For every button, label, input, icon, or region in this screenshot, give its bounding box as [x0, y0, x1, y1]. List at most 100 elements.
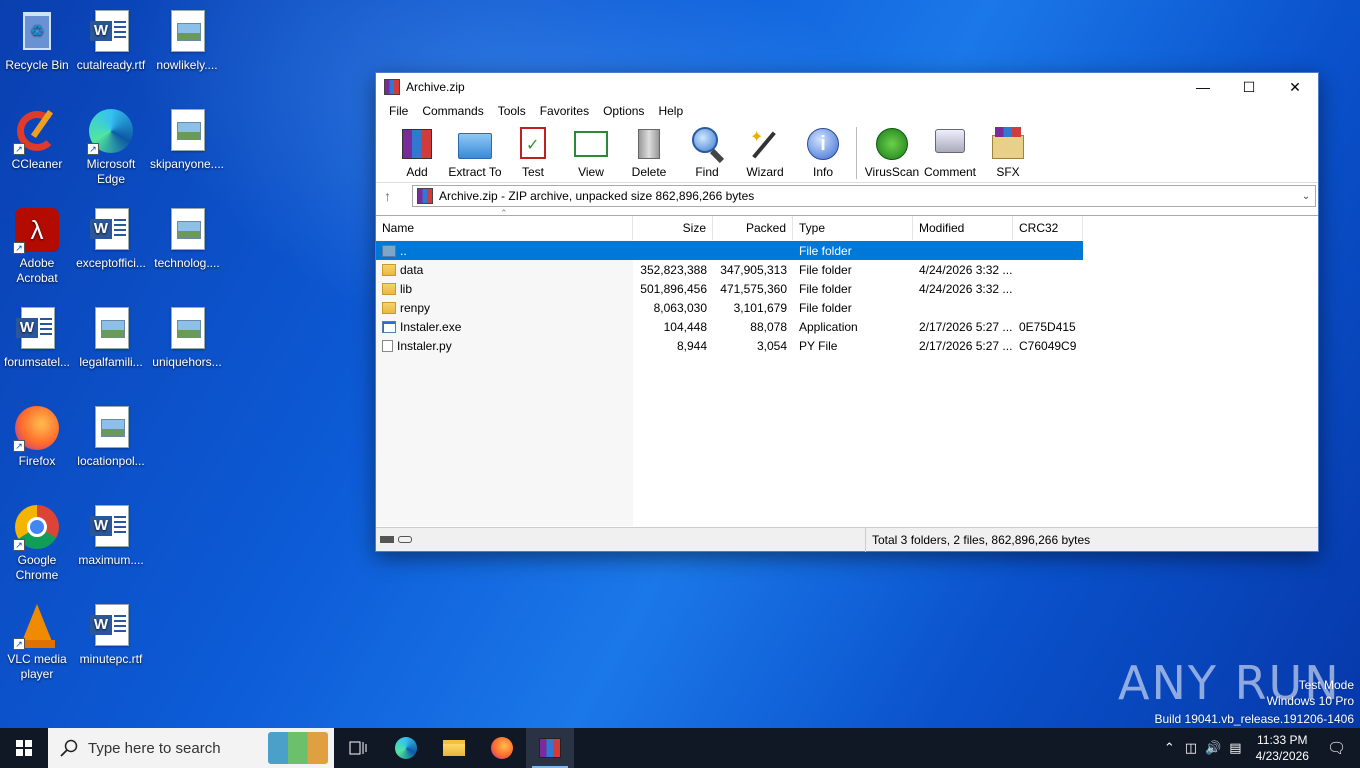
close-button[interactable]: ✕	[1272, 73, 1318, 101]
task-view-button[interactable]	[334, 728, 382, 768]
toolbar-comment-button[interactable]: Comment	[921, 125, 979, 179]
network-icon[interactable]: ▤	[1225, 740, 1245, 756]
volume-icon[interactable]: 🔊	[1201, 740, 1225, 756]
notification-icon[interactable]: 🗨	[1319, 739, 1360, 757]
column-header-crc32[interactable]: CRC32	[1013, 216, 1083, 240]
window-title: Archive.zip	[406, 80, 465, 94]
taskbar-winrar[interactable]	[526, 728, 574, 768]
address-bar[interactable]: Archive.zip - ZIP archive, unpacked size…	[412, 185, 1316, 207]
toolbar-wizard-button[interactable]: ✦ Wizard	[736, 125, 794, 179]
sfx-icon	[989, 125, 1027, 163]
column-header-name[interactable]: Name	[376, 216, 633, 240]
menu-file[interactable]: File	[382, 104, 415, 118]
cell-modified: 4/24/2026 3:32 ...	[919, 281, 1013, 296]
shortcut-arrow-icon: ↗	[13, 440, 25, 452]
drive-icon[interactable]	[380, 536, 394, 543]
cell-packed: 471,575,360	[720, 281, 787, 296]
toolbar-label: Extract To	[448, 165, 502, 179]
table-row[interactable]: .. File folder	[376, 241, 1083, 260]
table-row[interactable]: renpy 8,063,030 3,101,679 File folder	[376, 298, 1083, 317]
desktop-icon[interactable]: nowlikely....	[149, 8, 225, 73]
chevron-down-icon[interactable]: ⌄	[1297, 191, 1315, 202]
desktop-icon[interactable]: ↗ CCleaner	[0, 107, 75, 172]
taskbar-edge[interactable]	[382, 728, 430, 768]
desktop-icon[interactable]: maximum....	[73, 503, 149, 568]
desktop-icon[interactable]: ↗ Firefox	[0, 404, 75, 469]
meet-now-icon[interactable]: ◫	[1181, 740, 1201, 756]
toolbar-view-button[interactable]: View	[562, 125, 620, 179]
winrar-app-icon	[384, 79, 400, 95]
toolbar-extract-to-button[interactable]: Extract To	[446, 125, 504, 179]
desktop-icon[interactable]: legalfamili...	[73, 305, 149, 370]
taskbar-firefox[interactable]	[478, 728, 526, 768]
column-header-size[interactable]: Size	[633, 216, 713, 240]
column-header-packed[interactable]: Packed	[713, 216, 793, 240]
file-name: Instaler.py	[397, 338, 452, 353]
table-row[interactable]: Instaler.exe 104,448 88,078 Application 2/17…	[376, 317, 1083, 336]
toolbar-sfx-button[interactable]: SFX	[979, 125, 1037, 179]
menu-favorites[interactable]: Favorites	[533, 104, 596, 118]
minimize-button[interactable]: —	[1180, 73, 1226, 101]
menu-bar: File Commands Tools Favorites Options Help	[376, 101, 1318, 121]
cell-type: File folder	[799, 300, 852, 315]
menu-tools[interactable]: Tools	[491, 104, 533, 118]
file-icon	[382, 339, 393, 352]
toolbar-delete-button[interactable]: Delete	[620, 125, 678, 179]
table-row[interactable]: lib 501,896,456 471,575,360 File folder 4/24…	[376, 279, 1083, 298]
toolbar-add-button[interactable]: Add	[388, 125, 446, 179]
cell-size: 8,063,030	[653, 300, 707, 315]
ccleaner-icon: ↗	[13, 107, 61, 155]
desktop-icon[interactable]: forumsatel...	[0, 305, 75, 370]
title-bar[interactable]: Archive.zip — ☐ ✕	[376, 73, 1318, 101]
desktop-icon[interactable]: minutepc.rtf	[73, 602, 149, 667]
desktop-icon[interactable]: λ ↗ Adobe Acrobat	[0, 206, 75, 286]
toolbar: Add Extract To ✓ Test View Delete Find ✦ Wizard i…	[376, 121, 1318, 183]
desktop-icon[interactable]: exceptoffici...	[73, 206, 149, 271]
taskbar-file-explorer[interactable]	[430, 728, 478, 768]
search-placeholder: Type here to search	[88, 739, 221, 757]
up-arrow-icon[interactable]: ↑	[384, 188, 412, 204]
winrar-window: Archive.zip — ☐ ✕ File Commands Tools Favor…	[375, 72, 1319, 552]
key-icon[interactable]	[398, 536, 412, 543]
toolbar-info-button[interactable]: i Info	[794, 125, 852, 179]
folder-icon	[382, 263, 396, 276]
menu-commands[interactable]: Commands	[415, 104, 490, 118]
toolbar-find-button[interactable]: Find	[678, 125, 736, 179]
column-headers: Name Size Packed Type Modified CRC32 ⌃	[376, 208, 1083, 240]
column-header-modified[interactable]: Modified	[913, 216, 1013, 240]
recycle-bin-icon: ♻	[13, 8, 61, 56]
taskbar-search[interactable]: Type here to search	[48, 728, 334, 768]
desktop-icon[interactable]: technolog....	[149, 206, 225, 271]
column-header-type[interactable]: Type	[793, 216, 913, 240]
cell-size: 501,896,456	[640, 281, 707, 296]
toolbar-test-button[interactable]: ✓ Test	[504, 125, 562, 179]
cell-size: 8,944	[676, 338, 707, 353]
toolbar-label: View	[578, 165, 604, 179]
file-list[interactable]: Name Size Packed Type Modified CRC32 ⌃ .. File …	[376, 208, 1318, 527]
desktop-icon[interactable]: ↗ VLC media player	[0, 602, 75, 682]
folder-icon	[382, 301, 396, 314]
address-row: ↑ Archive.zip - ZIP archive, unpacked si…	[376, 183, 1318, 209]
toolbar-virusscan-button[interactable]: VirusScan	[863, 125, 921, 179]
word-document-icon	[87, 8, 135, 56]
sort-arrow-icon: ⌃	[500, 208, 508, 218]
desktop-icon-label: maximum....	[78, 553, 144, 567]
cell-size: 352,823,388	[640, 262, 707, 277]
clock[interactable]: 11:33 PM 4/23/2026	[1246, 732, 1319, 764]
menu-options[interactable]: Options	[596, 104, 651, 118]
menu-help[interactable]: Help	[651, 104, 690, 118]
table-row[interactable]: data 352,823,388 347,905,313 File folder 4/2…	[376, 260, 1083, 279]
desktop-icon[interactable]: ↗ Microsoft Edge	[73, 107, 149, 187]
table-row[interactable]: Instaler.py 8,944 3,054 PY File 2/17/2026 5:…	[376, 336, 1083, 355]
desktop-icon[interactable]: ↗ Google Chrome	[0, 503, 75, 583]
start-button[interactable]	[0, 728, 48, 768]
file-name: lib	[400, 281, 413, 296]
desktop-icon[interactable]: uniquehors...	[149, 305, 225, 370]
maximize-button[interactable]: ☐	[1226, 73, 1272, 101]
image-file-icon	[163, 8, 211, 56]
chevron-up-icon[interactable]: ⌃	[1158, 740, 1181, 756]
desktop-icon[interactable]: ♻ Recycle Bin	[0, 8, 75, 73]
desktop-icon[interactable]: locationpol...	[73, 404, 149, 469]
desktop-icon[interactable]: skipanyone....	[149, 107, 225, 172]
desktop-icon[interactable]: cutalready.rtf	[73, 8, 149, 73]
